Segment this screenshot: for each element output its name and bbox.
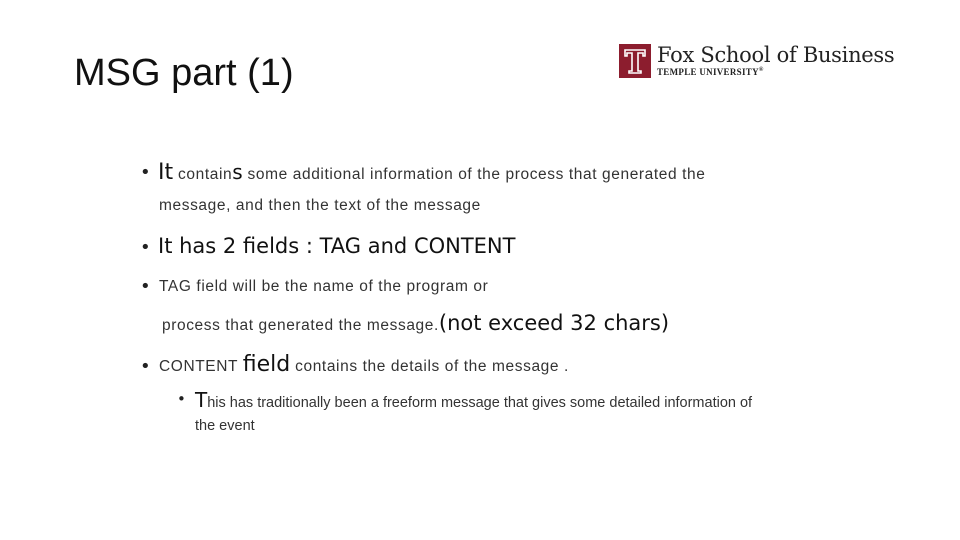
bullet-4-line-1: CONTENT field contains the details of th… bbox=[159, 352, 569, 377]
bullet-3-line-2: process that generated the message.(not … bbox=[162, 311, 669, 335]
bullet-1-part2: some additional information of the proce… bbox=[242, 166, 706, 183]
bullet-4-part1: CONTENT bbox=[159, 358, 243, 375]
slide-title: MSG part (1) bbox=[74, 52, 294, 94]
sub-bullet-rest: his has traditionally been a freeform me… bbox=[207, 395, 753, 411]
bullet-4-part2: contains the details of the message . bbox=[290, 358, 569, 375]
bullet-1-s: s bbox=[232, 160, 243, 184]
sub-bullet-line-2: the event bbox=[195, 418, 255, 434]
sub-bullet-lead: T bbox=[195, 388, 208, 412]
bullet-dot-icon: • bbox=[140, 356, 151, 377]
temple-t-icon bbox=[619, 44, 651, 78]
sub-bullet-line-1: This has traditionally been a freeform m… bbox=[195, 388, 752, 412]
bullet-dot-icon: • bbox=[140, 237, 151, 258]
bullet-dot-icon: • bbox=[140, 276, 151, 297]
logo-university-name: TEMPLE UNIVERSITY® bbox=[657, 67, 894, 77]
bullet-1-lead: It bbox=[158, 160, 174, 185]
sub-bullet-dot-icon: • bbox=[177, 390, 186, 408]
bullet-1-line-2: message, and then the text of the messag… bbox=[159, 197, 481, 214]
logo-school-name: Fox School of Business bbox=[657, 43, 895, 67]
bullet-2-text: It has 2 fields : TAG and CONTENT bbox=[158, 234, 516, 258]
registered-mark: ® bbox=[758, 67, 764, 73]
bullet-4-emphasis: field bbox=[242, 352, 291, 377]
bullet-1-part1: contain bbox=[173, 166, 233, 183]
bullet-3-line-2-text: process that generated the message. bbox=[162, 317, 439, 334]
bullet-1-line-1: It contains some additional information … bbox=[158, 160, 706, 185]
fox-school-logo: Fox School of Business TEMPLE UNIVERSITY… bbox=[619, 43, 895, 80]
bullet-3-line-1: TAG field will be the name of the progra… bbox=[159, 278, 489, 295]
bullet-dot-icon: • bbox=[140, 162, 151, 183]
logo-university-text: TEMPLE UNIVERSITY bbox=[657, 67, 759, 77]
bullet-3-emphasis: (not exceed 32 chars) bbox=[438, 311, 670, 335]
